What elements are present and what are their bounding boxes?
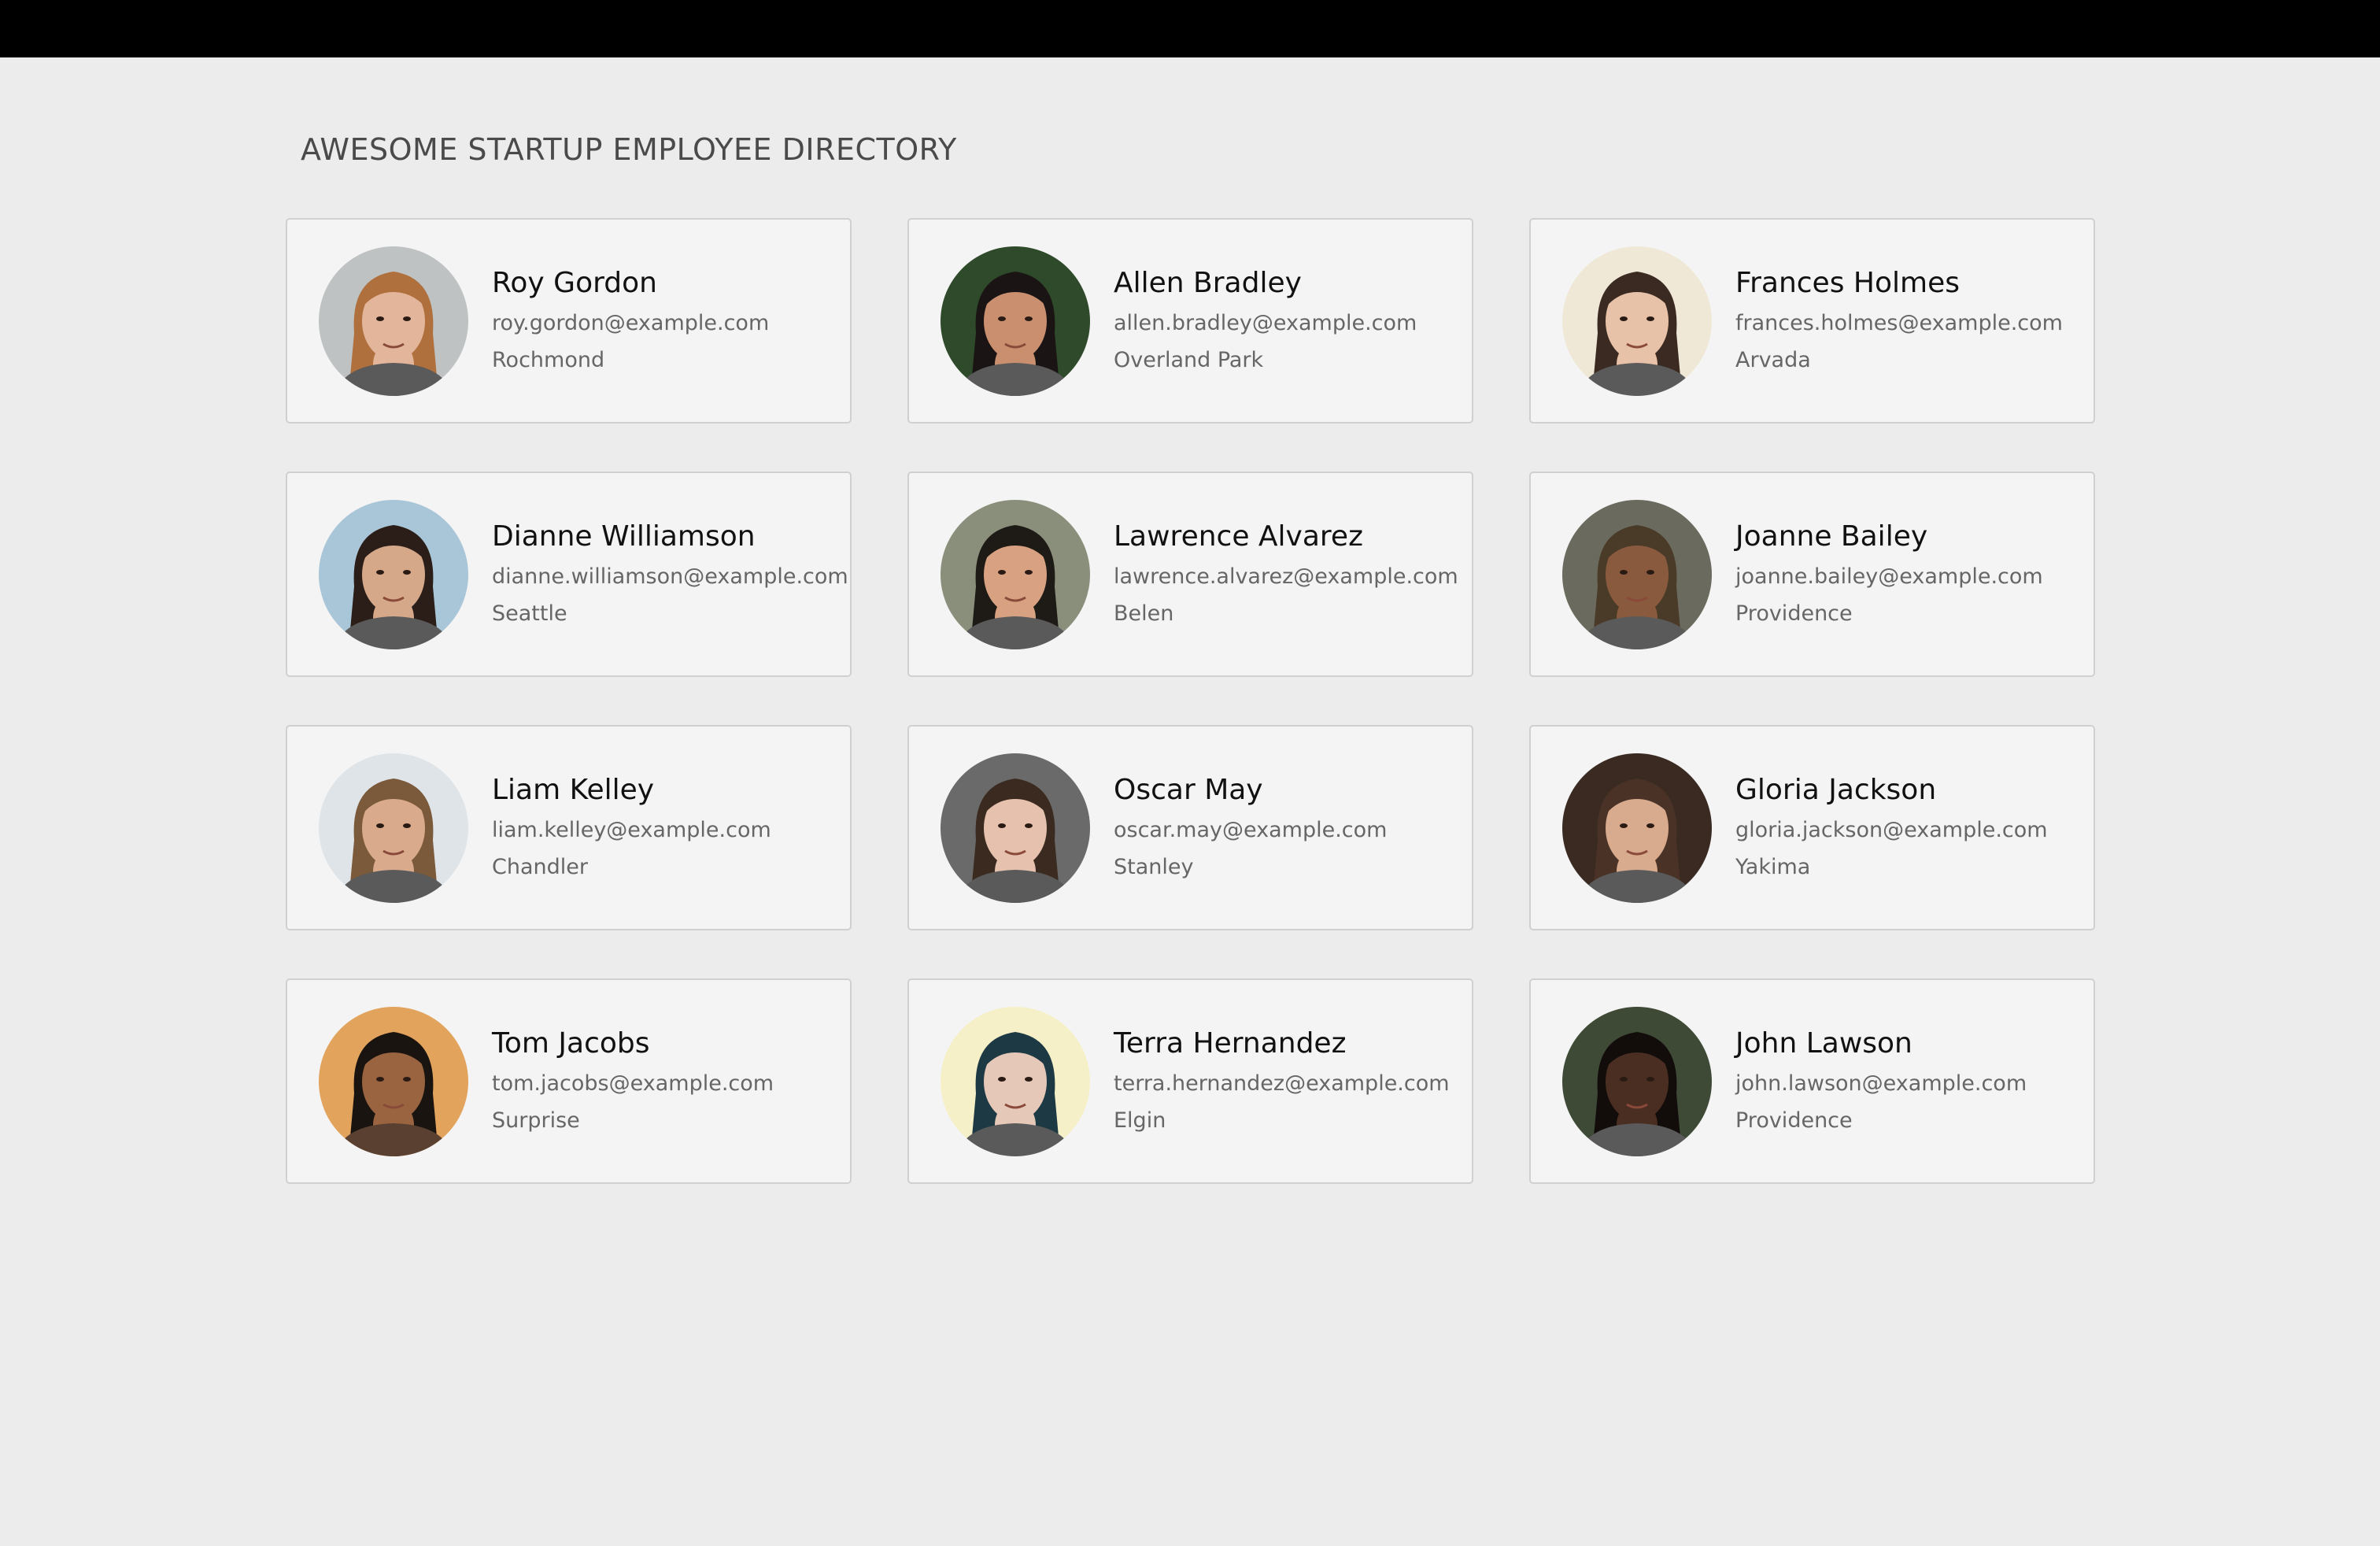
avatar xyxy=(1562,753,1712,903)
employee-card[interactable]: Liam Kelley liam.kelley@example.com Chan… xyxy=(286,725,852,930)
avatar-image xyxy=(319,246,468,396)
employee-email[interactable]: lawrence.alvarez@example.com xyxy=(1114,563,1458,590)
employee-city: Providence xyxy=(1735,601,1853,627)
employee-name: Joanne Bailey xyxy=(1735,520,1928,553)
employee-info: Dianne Williamson dianne.williamson@exam… xyxy=(492,521,848,628)
employee-info: Oscar May oscar.may@example.com Stanley xyxy=(1114,775,1387,882)
employee-info: Gloria Jackson gloria.jackson@example.co… xyxy=(1735,775,2048,882)
avatar xyxy=(1562,499,1712,649)
employee-email[interactable]: gloria.jackson@example.com xyxy=(1735,816,2048,844)
employee-card[interactable]: Terra Hernandez terra.hernandez@example.… xyxy=(907,978,1473,1184)
employee-name: Roy Gordon xyxy=(492,266,657,299)
top-bar xyxy=(0,0,2380,57)
avatar-image xyxy=(941,1006,1090,1156)
employee-email[interactable]: allen.bradley@example.com xyxy=(1114,309,1417,337)
avatar-image xyxy=(1562,246,1712,396)
employee-name: Dianne Williamson xyxy=(492,520,756,553)
employee-name: Liam Kelley xyxy=(492,773,655,806)
employee-name: John Lawson xyxy=(1735,1026,1913,1060)
employee-city: Overland Park xyxy=(1114,348,1264,373)
avatar-image xyxy=(941,753,1090,903)
employee-email[interactable]: liam.kelley@example.com xyxy=(492,816,771,844)
avatar xyxy=(319,753,468,903)
avatar xyxy=(941,1006,1090,1156)
employee-info: Allen Bradley allen.bradley@example.com … xyxy=(1114,268,1417,375)
employee-info: Tom Jacobs tom.jacobs@example.com Surpri… xyxy=(492,1028,774,1135)
employee-grid: Roy Gordon roy.gordon@example.com Rochmo… xyxy=(286,218,2095,1184)
employee-email[interactable]: oscar.may@example.com xyxy=(1114,816,1387,844)
avatar-image xyxy=(1562,499,1712,649)
employee-info: Terra Hernandez terra.hernandez@example.… xyxy=(1114,1028,1450,1135)
avatar xyxy=(319,1006,468,1156)
employee-card[interactable]: John Lawson john.lawson@example.com Prov… xyxy=(1529,978,2095,1184)
avatar xyxy=(319,499,468,649)
employee-info: Joanne Bailey joanne.bailey@example.com … xyxy=(1735,521,2043,628)
employee-info: Roy Gordon roy.gordon@example.com Rochmo… xyxy=(492,268,769,375)
employee-name: Gloria Jackson xyxy=(1735,773,1937,806)
employee-city: Rochmond xyxy=(492,348,605,373)
avatar-image xyxy=(1562,1006,1712,1156)
avatar-image xyxy=(319,1006,468,1156)
employee-card[interactable]: Tom Jacobs tom.jacobs@example.com Surpri… xyxy=(286,978,852,1184)
employee-card[interactable]: Allen Bradley allen.bradley@example.com … xyxy=(907,218,1473,423)
employee-card[interactable]: Lawrence Alvarez lawrence.alvarez@exampl… xyxy=(907,472,1473,677)
employee-city: Surprise xyxy=(492,1108,580,1134)
avatar-image xyxy=(319,499,468,649)
employee-name: Frances Holmes xyxy=(1735,266,1960,299)
employee-card[interactable]: Roy Gordon roy.gordon@example.com Rochmo… xyxy=(286,218,852,423)
employee-city: Belen xyxy=(1114,601,1174,627)
employee-email[interactable]: joanne.bailey@example.com xyxy=(1735,563,2043,590)
employee-city: Elgin xyxy=(1114,1108,1166,1134)
employee-city: Providence xyxy=(1735,1108,1853,1134)
employee-city: Seattle xyxy=(492,601,567,627)
employee-name: Allen Bradley xyxy=(1114,266,1302,299)
employee-city: Stanley xyxy=(1114,855,1194,880)
employee-name: Terra Hernandez xyxy=(1114,1026,1347,1060)
employee-name: Oscar May xyxy=(1114,773,1263,806)
avatar-image xyxy=(941,246,1090,396)
avatar-image xyxy=(319,753,468,903)
employee-card[interactable]: Oscar May oscar.may@example.com Stanley xyxy=(907,725,1473,930)
avatar xyxy=(941,499,1090,649)
avatar-image xyxy=(1562,753,1712,903)
employee-email[interactable]: john.lawson@example.com xyxy=(1735,1070,2027,1097)
employee-name: Tom Jacobs xyxy=(492,1026,650,1060)
employee-info: Liam Kelley liam.kelley@example.com Chan… xyxy=(492,775,771,882)
employee-card[interactable]: Dianne Williamson dianne.williamson@exam… xyxy=(286,472,852,677)
page-title: AWESOME STARTUP EMPLOYEE DIRECTORY xyxy=(301,132,957,167)
avatar xyxy=(319,246,468,396)
employee-info: Frances Holmes frances.holmes@example.co… xyxy=(1735,268,2063,375)
employee-email[interactable]: terra.hernandez@example.com xyxy=(1114,1070,1450,1097)
employee-city: Chandler xyxy=(492,855,588,880)
employee-email[interactable]: roy.gordon@example.com xyxy=(492,309,769,337)
employee-city: Yakima xyxy=(1735,855,1811,880)
employee-card[interactable]: Gloria Jackson gloria.jackson@example.co… xyxy=(1529,725,2095,930)
avatar xyxy=(941,246,1090,396)
employee-info: John Lawson john.lawson@example.com Prov… xyxy=(1735,1028,2027,1135)
employee-info: Lawrence Alvarez lawrence.alvarez@exampl… xyxy=(1114,521,1458,628)
employee-email[interactable]: dianne.williamson@example.com xyxy=(492,563,848,590)
employee-card[interactable]: Frances Holmes frances.holmes@example.co… xyxy=(1529,218,2095,423)
avatar xyxy=(941,753,1090,903)
employee-email[interactable]: frances.holmes@example.com xyxy=(1735,309,2063,337)
employee-card[interactable]: Joanne Bailey joanne.bailey@example.com … xyxy=(1529,472,2095,677)
employee-name: Lawrence Alvarez xyxy=(1114,520,1363,553)
employee-email[interactable]: tom.jacobs@example.com xyxy=(492,1070,774,1097)
employee-city: Arvada xyxy=(1735,348,1811,373)
avatar xyxy=(1562,1006,1712,1156)
avatar-image xyxy=(941,499,1090,649)
avatar xyxy=(1562,246,1712,396)
